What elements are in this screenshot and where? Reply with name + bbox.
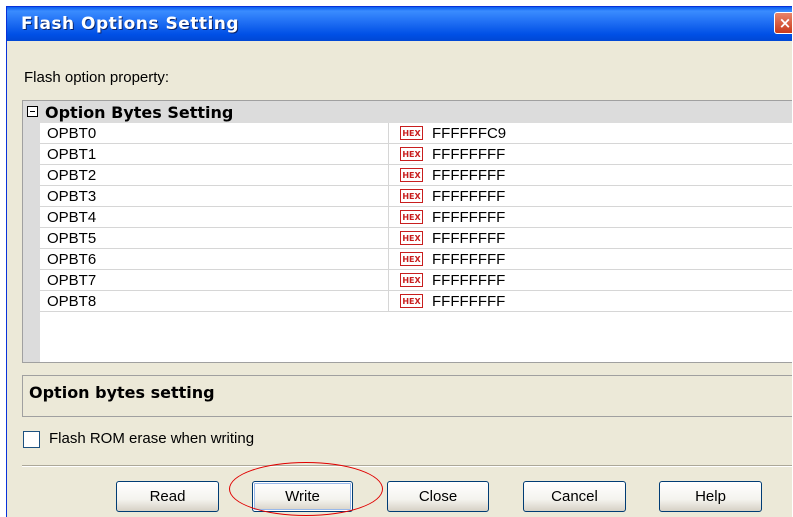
hex-icon: HEX <box>400 252 423 266</box>
option-value[interactable]: FFFFFFFF <box>432 167 505 184</box>
collapse-icon[interactable] <box>27 106 38 117</box>
write-button[interactable]: Write <box>252 481 353 512</box>
group-title: Option Bytes Setting <box>45 103 234 122</box>
table-row[interactable]: OPBT0 HEX FFFFFFC9 <box>40 123 792 144</box>
table-row[interactable]: OPBT3 HEX FFFFFFFF <box>40 186 792 207</box>
erase-checkbox[interactable] <box>23 431 40 448</box>
option-value[interactable]: FFFFFFFF <box>432 188 505 205</box>
hex-icon: HEX <box>400 126 423 140</box>
option-value[interactable]: FFFFFFFF <box>432 293 505 310</box>
property-grid: Option Bytes Setting OPBT0 HEX FFFFFFC9 … <box>22 100 792 363</box>
read-button[interactable]: Read <box>116 481 219 512</box>
hex-icon: HEX <box>400 294 423 308</box>
option-name: OPBT6 <box>47 251 97 268</box>
option-name: OPBT3 <box>47 188 97 205</box>
hex-icon: HEX <box>400 168 423 182</box>
option-value[interactable]: FFFFFFC9 <box>432 125 506 142</box>
option-name: OPBT2 <box>47 167 97 184</box>
title-bar[interactable]: Flash Options Setting × <box>7 7 792 41</box>
window-title: Flash Options Setting <box>21 14 240 34</box>
option-name: OPBT8 <box>47 293 97 310</box>
hex-icon: HEX <box>400 210 423 224</box>
option-name: OPBT5 <box>47 230 97 247</box>
option-name: OPBT1 <box>47 146 97 163</box>
hex-icon: HEX <box>400 273 423 287</box>
option-value[interactable]: FFFFFFFF <box>432 272 505 289</box>
erase-checkbox-label[interactable]: Flash ROM erase when writing <box>49 430 254 447</box>
option-value[interactable]: FFFFFFFF <box>432 251 505 268</box>
description-panel: Option bytes setting <box>22 375 792 417</box>
hex-icon: HEX <box>400 189 423 203</box>
option-value[interactable]: FFFFFFFF <box>432 230 505 247</box>
table-row[interactable]: OPBT5 HEX FFFFFFFF <box>40 228 792 249</box>
hex-icon: HEX <box>400 231 423 245</box>
option-name: OPBT7 <box>47 272 97 289</box>
table-row[interactable]: OPBT8 HEX FFFFFFFF <box>40 291 792 312</box>
cancel-button[interactable]: Cancel <box>523 481 626 512</box>
table-row[interactable]: OPBT1 HEX FFFFFFFF <box>40 144 792 165</box>
table-row[interactable]: OPBT2 HEX FFFFFFFF <box>40 165 792 186</box>
table-row[interactable]: OPBT7 HEX FFFFFFFF <box>40 270 792 291</box>
help-button[interactable]: Help <box>659 481 762 512</box>
table-row[interactable]: OPBT4 HEX FFFFFFFF <box>40 207 792 228</box>
hex-icon: HEX <box>400 147 423 161</box>
divider <box>22 465 792 467</box>
option-name: OPBT0 <box>47 125 97 142</box>
option-value[interactable]: FFFFFFFF <box>432 146 505 163</box>
property-label: Flash option property: <box>24 69 170 86</box>
description-text: Option bytes setting <box>29 383 215 402</box>
close-icon[interactable]: × <box>774 12 792 34</box>
table-row[interactable]: OPBT6 HEX FFFFFFFF <box>40 249 792 270</box>
option-value[interactable]: FFFFFFFF <box>432 209 505 226</box>
group-header[interactable]: Option Bytes Setting <box>23 101 792 123</box>
close-button[interactable]: Close <box>387 481 489 512</box>
grid-gutter <box>23 123 40 362</box>
option-name: OPBT4 <box>47 209 97 226</box>
flash-options-dialog: Flash Options Setting × Flash option pro… <box>6 6 792 517</box>
